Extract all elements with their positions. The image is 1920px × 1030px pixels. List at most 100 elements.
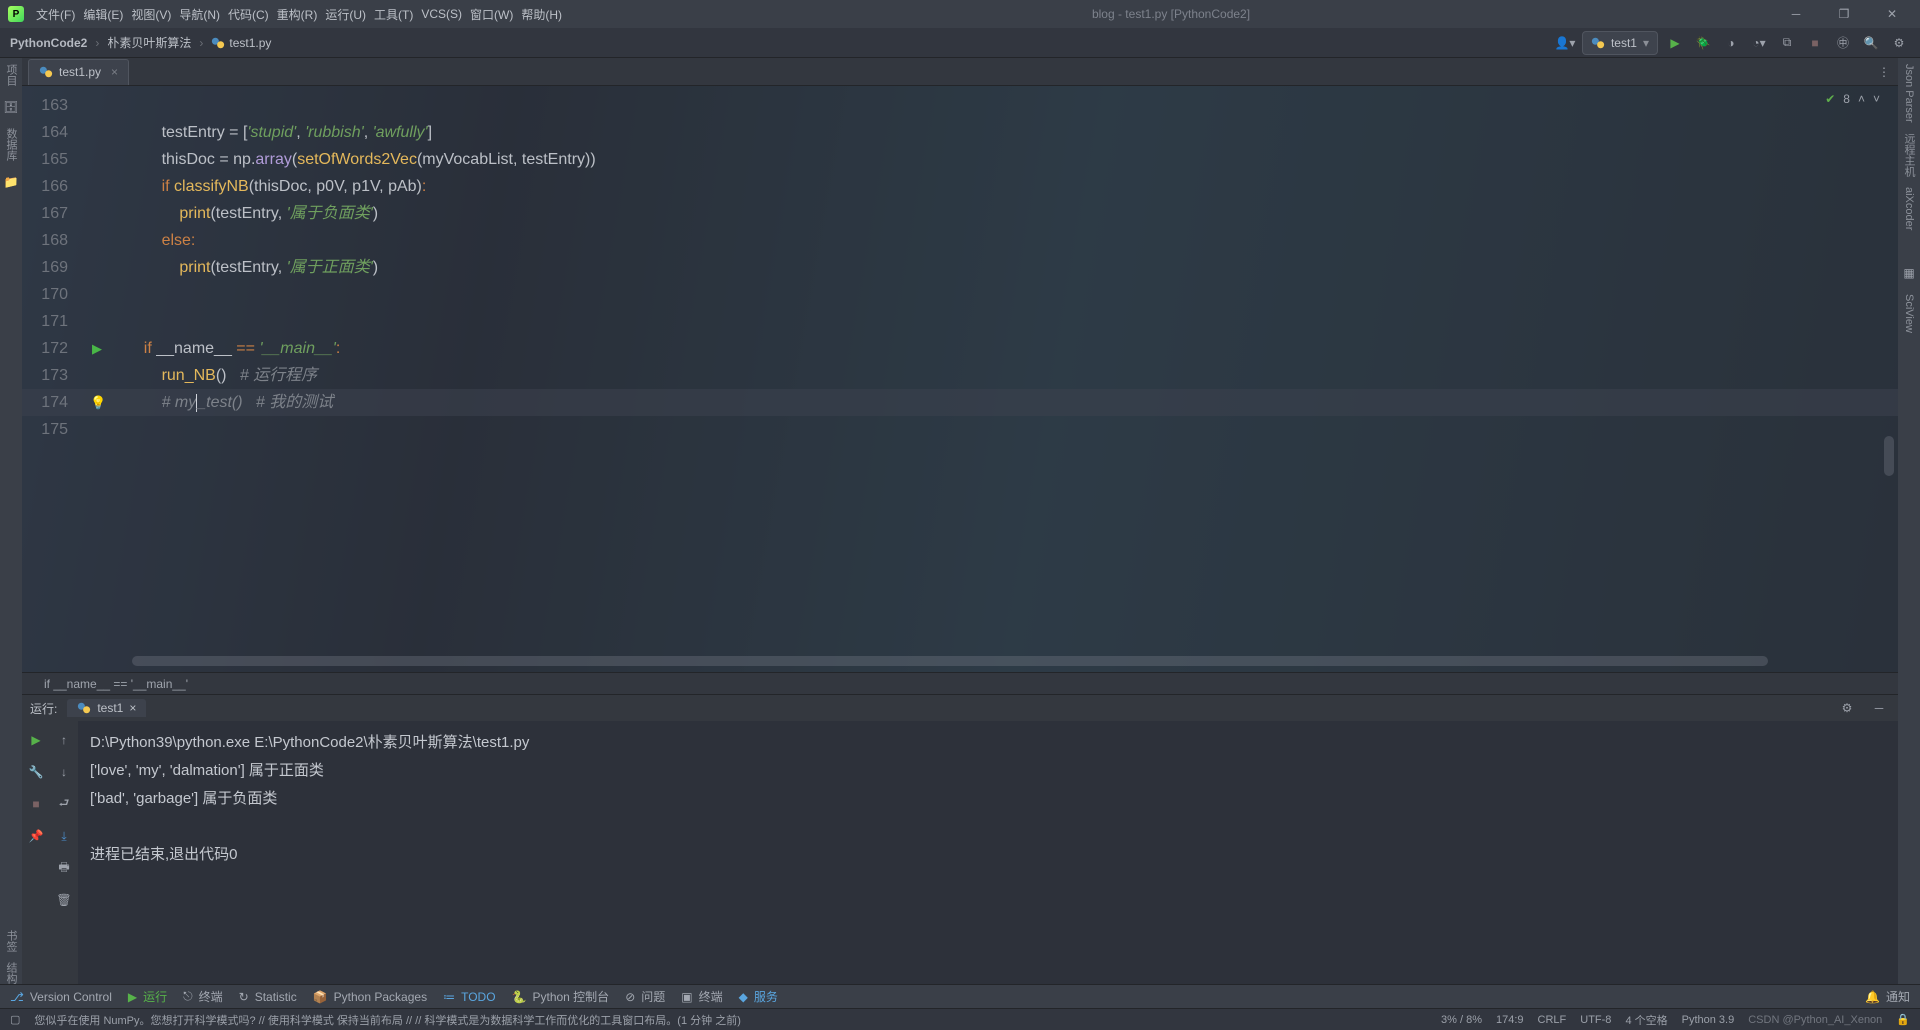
scroll-end-icon[interactable]: ⤓ bbox=[53, 825, 75, 847]
pin-icon[interactable]: 📌 bbox=[25, 825, 47, 847]
version-control-button[interactable]: ⎇Version Control bbox=[10, 990, 112, 1004]
run-configuration-selector[interactable]: test1 ▾ bbox=[1582, 31, 1658, 55]
code-line[interactable]: testEntry = ['stupid', 'rubbish', 'awful… bbox=[126, 119, 432, 146]
menu-w[interactable]: 窗口(W) bbox=[466, 6, 517, 23]
status-message[interactable]: 您似乎在使用 NumPy。您想打开科学模式吗? // 使用科学模式 保持当前布局… bbox=[34, 1012, 740, 1028]
wrench-icon[interactable]: 🔧 bbox=[25, 761, 47, 783]
menu-c[interactable]: 代码(C) bbox=[224, 6, 273, 23]
user-icon[interactable]: 👤▾ bbox=[1554, 32, 1576, 54]
tool-database[interactable]: 数据库 bbox=[3, 128, 19, 161]
settings-icon[interactable]: ⚙ bbox=[1888, 32, 1910, 54]
stop-icon[interactable]: ■ bbox=[25, 793, 47, 815]
tool-structure[interactable]: 结构 bbox=[3, 962, 19, 984]
menu-e[interactable]: 编辑(E) bbox=[79, 6, 127, 23]
code-line[interactable]: run_NB() # 运行程序 bbox=[126, 362, 317, 389]
status-interpreter[interactable]: Python 3.9 bbox=[1682, 1014, 1735, 1026]
hide-panel-icon[interactable]: ─ bbox=[1868, 697, 1890, 719]
rerun-button[interactable]: ▶ bbox=[25, 729, 47, 751]
profile-button[interactable]: ◔▾ bbox=[1748, 32, 1770, 54]
endpoints-button[interactable]: ⎋ 终端 bbox=[183, 988, 223, 1005]
notifications-button[interactable]: 🔔 通知 bbox=[1865, 988, 1910, 1005]
gutter[interactable] bbox=[86, 281, 126, 308]
breadcrumb-file[interactable]: test1.py bbox=[211, 36, 271, 50]
todo-button[interactable]: ≔ TODO bbox=[443, 990, 495, 1004]
vertical-scrollbar[interactable] bbox=[1884, 436, 1894, 476]
editor[interactable]: ✔ 8 ˄ ˅ 163164 testEntry = ['stupid', 'r… bbox=[22, 86, 1898, 672]
run-settings-icon[interactable]: ⚙ bbox=[1836, 697, 1858, 719]
close-tab-icon[interactable]: × bbox=[111, 65, 118, 79]
python-console-button[interactable]: 🐍 Python 控制台 bbox=[512, 988, 610, 1005]
lock-icon[interactable]: 🔒 bbox=[1896, 1013, 1910, 1026]
gutter[interactable] bbox=[86, 92, 126, 119]
gutter[interactable] bbox=[86, 308, 126, 335]
status-position[interactable]: 174:9 bbox=[1496, 1014, 1524, 1026]
down-arrow-icon[interactable]: ↓ bbox=[53, 761, 75, 783]
menu-v[interactable]: 视图(V) bbox=[127, 6, 175, 23]
code-line[interactable]: else: bbox=[126, 227, 195, 254]
sidebar-toggle-icon[interactable]: ▢ bbox=[10, 1013, 20, 1026]
gutter[interactable] bbox=[86, 227, 126, 254]
soft-wrap-icon[interactable]: ⮐ bbox=[53, 793, 75, 815]
breadcrumb-project[interactable]: PythonCode2 bbox=[10, 36, 87, 50]
code-line[interactable]: # my_test() # 我的测试 bbox=[126, 389, 333, 416]
gutter[interactable]: ▶ bbox=[86, 335, 126, 362]
code-line[interactable]: print(testEntry, '属于正面类') bbox=[126, 254, 378, 281]
status-indent[interactable]: 4 个空格 bbox=[1625, 1012, 1667, 1028]
grid-icon[interactable]: ▦ bbox=[1898, 262, 1920, 284]
menu-n[interactable]: 导航(N) bbox=[175, 6, 224, 23]
stop-button[interactable]: ■ bbox=[1804, 32, 1826, 54]
code-line[interactable]: if classifyNB(thisDoc, p0V, p1V, pAb): bbox=[126, 173, 426, 200]
gutter[interactable]: 💡 bbox=[86, 389, 126, 416]
menu-r[interactable]: 重构(R) bbox=[273, 6, 322, 23]
run-panel-tab[interactable]: test1 × bbox=[67, 699, 146, 717]
run-button[interactable]: ▶ bbox=[1664, 32, 1686, 54]
run-toolwindow-button[interactable]: ▶ 运行 bbox=[128, 988, 167, 1005]
print-icon[interactable]: 🖶 bbox=[53, 857, 75, 879]
tool-aixcoder[interactable]: aiXcoder bbox=[1903, 187, 1915, 230]
folder-icon[interactable]: 📁 bbox=[0, 171, 22, 193]
statistic-button[interactable]: ↻ Statistic bbox=[239, 990, 297, 1004]
translate-icon[interactable]: ㊥ bbox=[1832, 32, 1854, 54]
up-arrow-icon[interactable]: ↑ bbox=[53, 729, 75, 751]
close-button[interactable]: ✕ bbox=[1872, 0, 1912, 28]
code-line[interactable]: if __name__ == '__main__': bbox=[126, 335, 340, 362]
tab-more-icon[interactable]: ⋮ bbox=[1870, 65, 1898, 79]
console-output[interactable]: D:\Python39\python.exe E:\PythonCode2\朴素… bbox=[78, 721, 1898, 984]
code-line[interactable]: print(testEntry, '属于负面类') bbox=[126, 200, 378, 227]
gutter[interactable] bbox=[86, 146, 126, 173]
gutter[interactable] bbox=[86, 173, 126, 200]
gutter[interactable] bbox=[86, 254, 126, 281]
gutter[interactable] bbox=[86, 200, 126, 227]
menu-f[interactable]: 文件(F) bbox=[32, 6, 79, 23]
services-button[interactable]: ◆ 服务 bbox=[739, 988, 778, 1005]
tool-bookmarks[interactable]: 书签 bbox=[3, 930, 19, 952]
database-icon[interactable]: 🗄 bbox=[0, 96, 22, 118]
attach-button[interactable]: ⧉ bbox=[1776, 32, 1798, 54]
maximize-button[interactable]: ❐ bbox=[1824, 0, 1864, 28]
editor-tab-test1[interactable]: test1.py × bbox=[28, 59, 129, 85]
minimize-button[interactable]: ─ bbox=[1776, 0, 1816, 28]
terminal-button[interactable]: ▣ 终端 bbox=[681, 988, 722, 1005]
menu-t[interactable]: 工具(T) bbox=[370, 6, 417, 23]
run-marker-icon[interactable]: ▶ bbox=[92, 341, 102, 356]
code-area[interactable]: 163164 testEntry = ['stupid', 'rubbish',… bbox=[22, 86, 1898, 443]
tool-remote-host[interactable]: 远程主机 bbox=[1901, 133, 1917, 177]
gutter[interactable] bbox=[86, 362, 126, 389]
debug-button[interactable]: 🪲 bbox=[1692, 32, 1714, 54]
status-perf[interactable]: 3% / 8% bbox=[1441, 1014, 1482, 1026]
python-packages-button[interactable]: 📦 Python Packages bbox=[313, 990, 427, 1004]
close-tab-icon[interactable]: × bbox=[129, 701, 136, 715]
coverage-button[interactable]: ◑ bbox=[1720, 32, 1742, 54]
trash-icon[interactable]: 🗑 bbox=[53, 889, 75, 911]
problems-button[interactable]: ⊘ 问题 bbox=[625, 988, 665, 1005]
menu-vcss[interactable]: VCS(S) bbox=[417, 7, 466, 21]
tool-project[interactable]: 项目 bbox=[3, 64, 19, 86]
gutter[interactable] bbox=[86, 416, 126, 443]
menu-h[interactable]: 帮助(H) bbox=[517, 6, 566, 23]
status-eol[interactable]: CRLF bbox=[1538, 1014, 1567, 1026]
code-line[interactable]: thisDoc = np.array(setOfWords2Vec(myVoca… bbox=[126, 146, 596, 173]
search-icon[interactable]: 🔍 bbox=[1860, 32, 1882, 54]
breadcrumb-folder[interactable]: 朴素贝叶斯算法 bbox=[107, 34, 191, 51]
horizontal-scrollbar[interactable] bbox=[132, 656, 1768, 666]
gutter[interactable] bbox=[86, 119, 126, 146]
